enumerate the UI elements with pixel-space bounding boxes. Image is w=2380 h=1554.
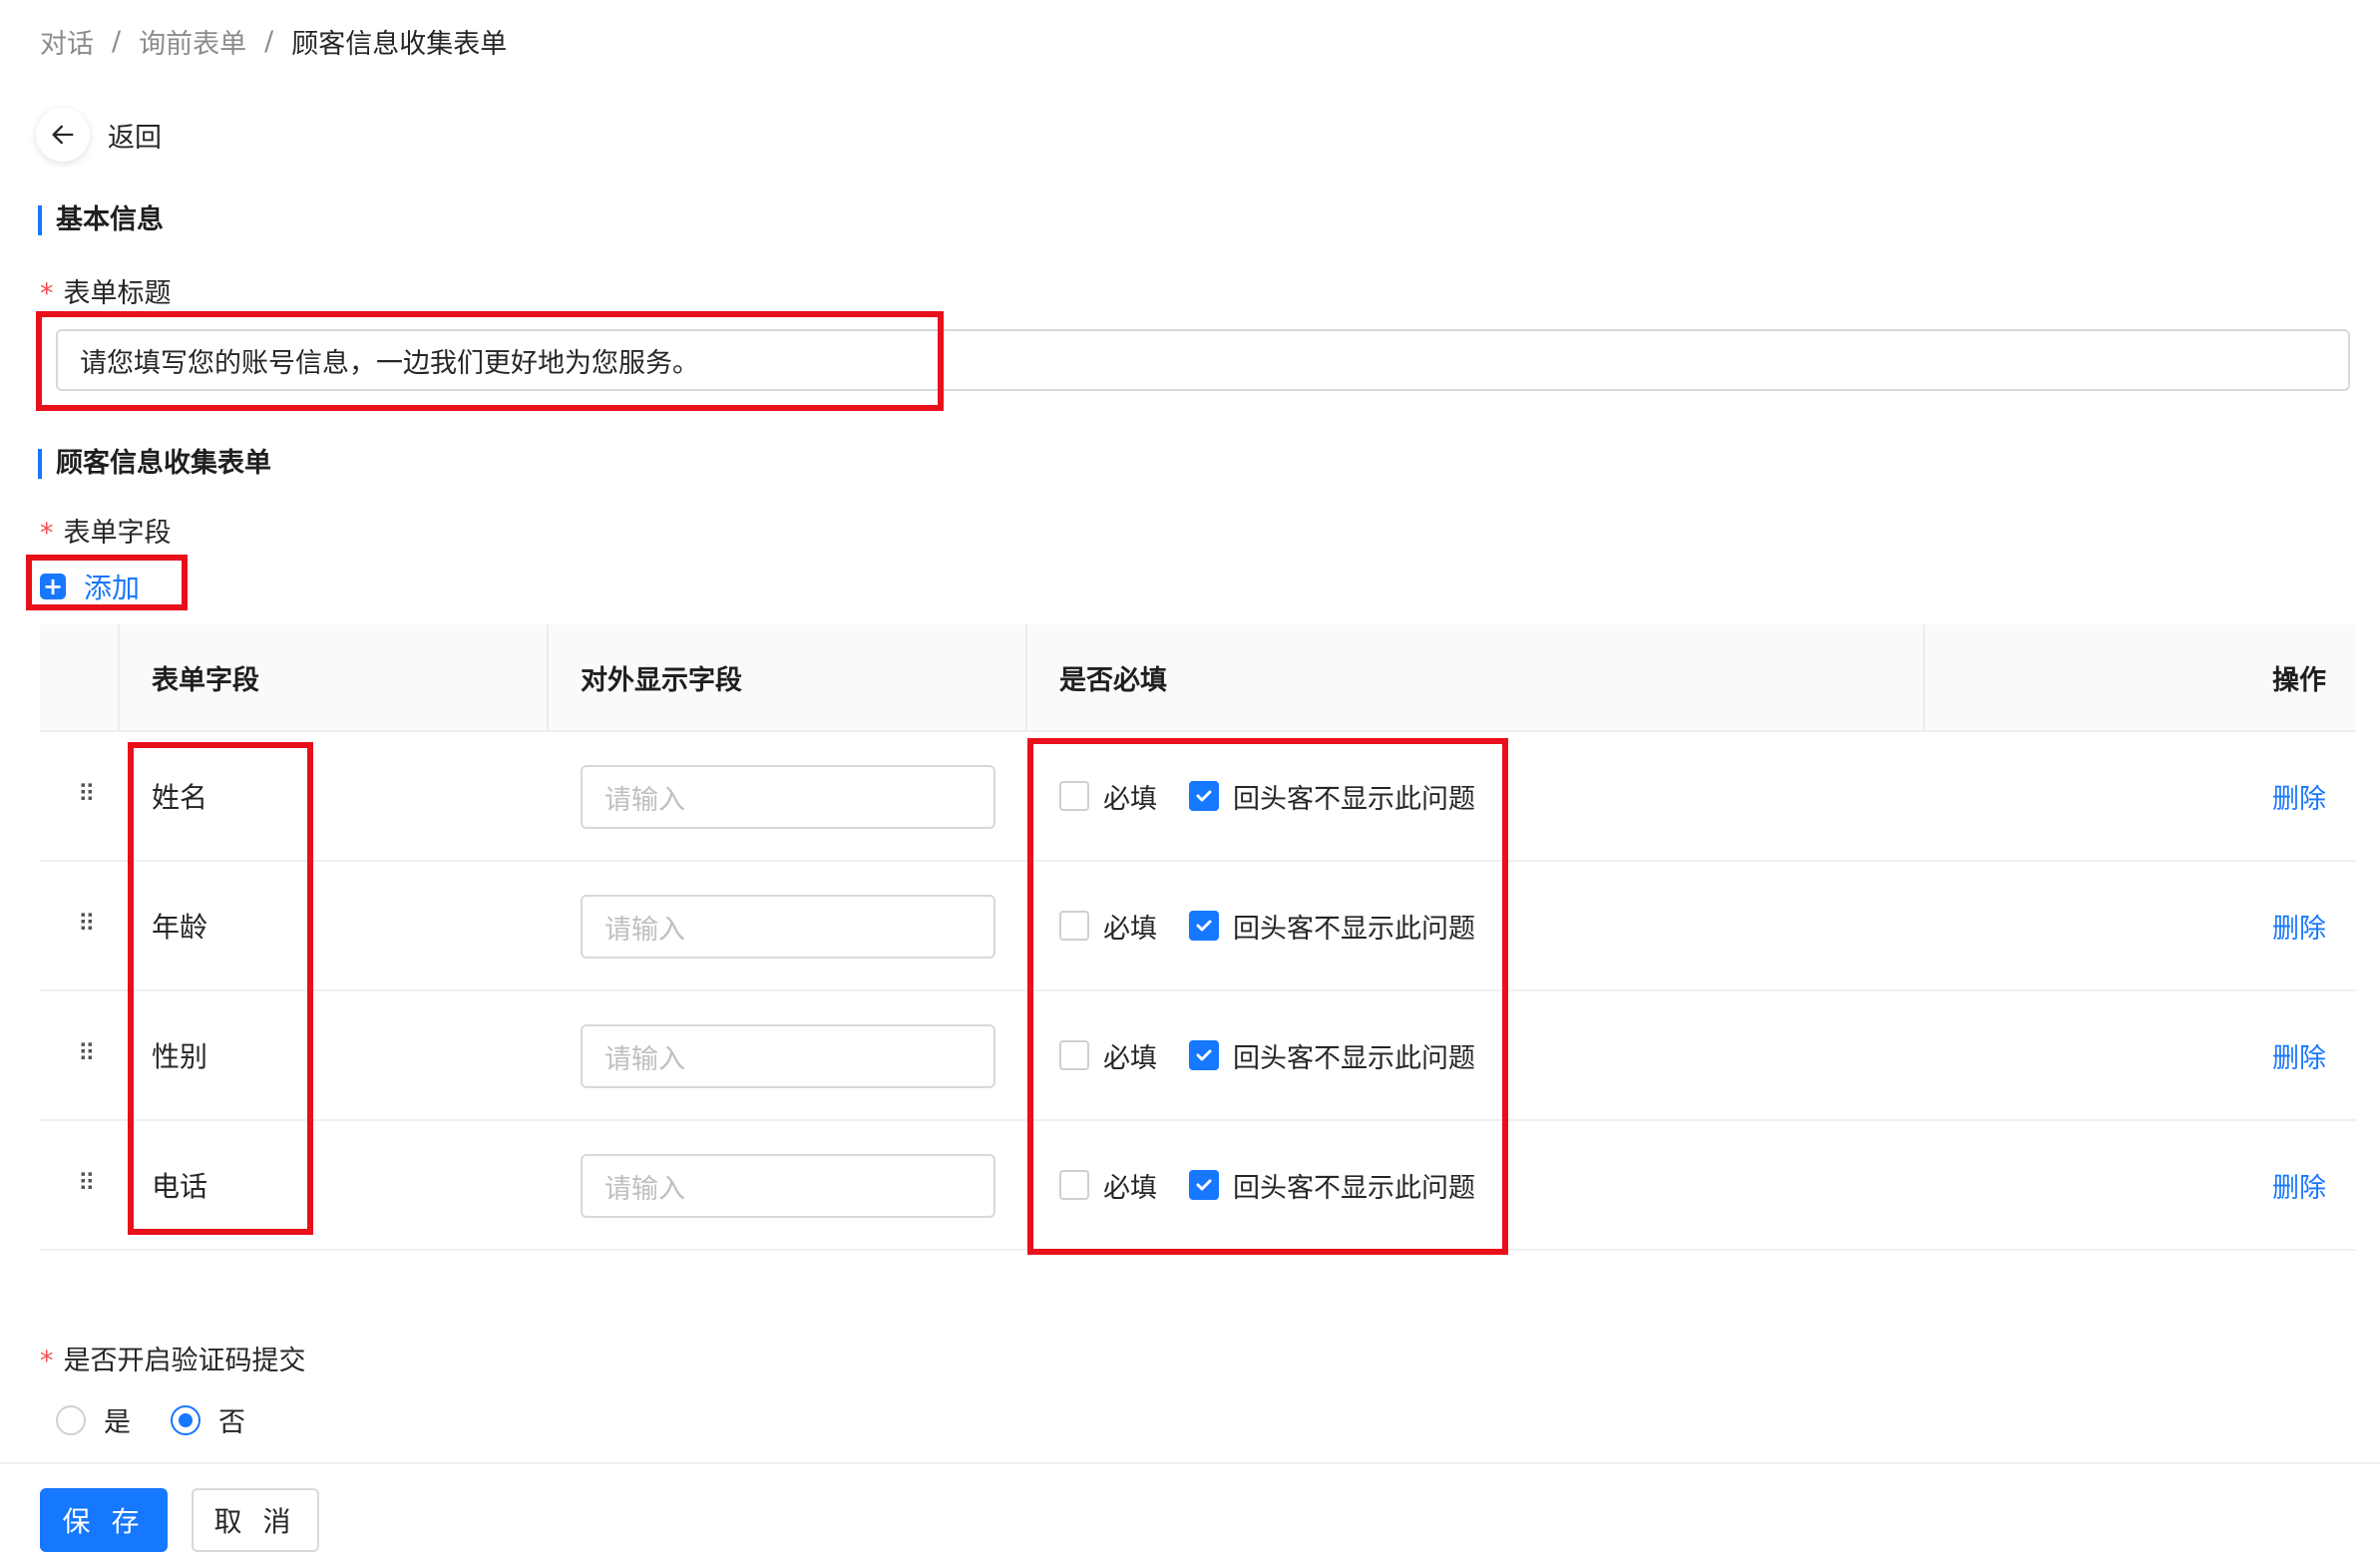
form-title-input[interactable]: 请您填写您的账号信息，一边我们更好地为您服务。 xyxy=(56,329,2350,391)
captcha-radio-yes-label[interactable]: 是 xyxy=(104,1400,131,1439)
required-checkbox[interactable] xyxy=(1059,1040,1089,1070)
required-checkbox-label[interactable]: 必填 xyxy=(1103,1036,1157,1075)
plus-icon[interactable]: + xyxy=(40,574,66,599)
delete-button[interactable]: 删除 xyxy=(2272,1121,2326,1249)
required-checkbox[interactable] xyxy=(1059,1170,1089,1200)
captcha-radio-no-label[interactable]: 否 xyxy=(218,1400,245,1439)
delete-button[interactable]: 删除 xyxy=(2272,991,2326,1119)
add-label[interactable]: 添加 xyxy=(84,567,140,606)
footer-divider xyxy=(0,1462,2380,1464)
hide-for-returning-checkbox[interactable] xyxy=(1189,1040,1219,1070)
breadcrumb-item-pre-inquiry-form[interactable]: 询前表单 xyxy=(139,22,246,61)
column-divider xyxy=(1025,624,1027,730)
table-row: ⠿ 性别 必填 回头客不显示此问题 删除 xyxy=(40,991,2356,1121)
form-fields-table: 表单字段 对外显示字段 是否必填 操作 ⠿ 姓名 必填 回头客不显示此问题 删除… xyxy=(40,624,2356,1251)
save-button[interactable]: 保 存 xyxy=(40,1488,168,1552)
table-header: 表单字段 对外显示字段 是否必填 操作 xyxy=(40,624,2356,732)
breadcrumb-separator: / xyxy=(264,26,274,57)
back-arrow-icon[interactable] xyxy=(36,108,90,162)
breadcrumb-item-current: 顾客信息收集表单 xyxy=(291,29,508,60)
field-name: 性别 xyxy=(152,1040,208,1073)
table-row: ⠿ 电话 必填 回头客不显示此问题 删除 xyxy=(40,1121,2356,1251)
required-checkbox[interactable] xyxy=(1059,781,1089,811)
required-checkbox-label[interactable]: 必填 xyxy=(1103,1166,1157,1205)
drag-handle-icon[interactable]: ⠿ xyxy=(78,912,96,936)
section-title-customer-form: 顾客信息收集表单 xyxy=(38,449,271,479)
required-asterisk: * xyxy=(40,518,54,549)
back-button[interactable]: 返回 xyxy=(36,108,162,162)
required-checkbox-label[interactable]: 必填 xyxy=(1103,777,1157,816)
required-checkbox[interactable] xyxy=(1059,911,1089,941)
hide-for-returning-label[interactable]: 回头客不显示此问题 xyxy=(1233,777,1475,816)
drag-handle-icon[interactable]: ⠿ xyxy=(78,1171,96,1195)
required-options: 必填 回头客不显示此问题 xyxy=(1059,1121,1507,1249)
field-name: 年龄 xyxy=(152,911,208,944)
table-row: ⠿ 年龄 必填 回头客不显示此问题 删除 xyxy=(40,862,2356,991)
required-options: 必填 回头客不显示此问题 xyxy=(1059,732,1507,860)
header-action: 操作 xyxy=(2272,664,2326,696)
display-field-input[interactable] xyxy=(581,895,995,959)
form-title-label: * 表单标题 xyxy=(40,271,172,310)
breadcrumb-separator: / xyxy=(112,26,122,57)
breadcrumb-item-chat[interactable]: 对话 xyxy=(40,22,94,61)
delete-button[interactable]: 删除 xyxy=(2272,862,2326,989)
captcha-radio-group: 是 否 xyxy=(56,1400,285,1439)
field-name: 电话 xyxy=(152,1170,208,1203)
display-field-input[interactable] xyxy=(581,1154,995,1218)
hide-for-returning-checkbox[interactable] xyxy=(1189,1170,1219,1200)
required-asterisk: * xyxy=(40,1346,54,1376)
header-display-field: 对外显示字段 xyxy=(581,664,742,696)
display-field-input[interactable] xyxy=(581,1024,995,1088)
header-required: 是否必填 xyxy=(1059,664,1167,696)
hide-for-returning-label[interactable]: 回头客不显示此问题 xyxy=(1233,1036,1475,1075)
breadcrumb: 对话 / 询前表单 / 顾客信息收集表单 xyxy=(40,22,507,61)
required-options: 必填 回头客不显示此问题 xyxy=(1059,862,1507,989)
required-asterisk: * xyxy=(40,278,54,309)
captcha-label: * 是否开启验证码提交 xyxy=(40,1339,306,1377)
hide-for-returning-label[interactable]: 回头客不显示此问题 xyxy=(1233,907,1475,946)
required-checkbox-label[interactable]: 必填 xyxy=(1103,907,1157,946)
field-name: 姓名 xyxy=(152,781,208,814)
hide-for-returning-checkbox[interactable] xyxy=(1189,911,1219,941)
captcha-radio-no[interactable] xyxy=(171,1404,200,1435)
form-title-value: 请您填写您的账号信息，一边我们更好地为您服务。 xyxy=(80,347,699,379)
check-icon xyxy=(1196,1049,1212,1061)
column-divider xyxy=(547,624,549,730)
delete-button[interactable]: 删除 xyxy=(2272,732,2326,860)
table-row: ⠿ 姓名 必填 回头客不显示此问题 删除 xyxy=(40,732,2356,862)
column-divider xyxy=(118,624,120,730)
drag-handle-icon[interactable]: ⠿ xyxy=(78,782,96,806)
drag-handle-icon[interactable]: ⠿ xyxy=(78,1041,96,1065)
required-options: 必填 回头客不显示此问题 xyxy=(1059,991,1507,1119)
form-fields-label-text: 表单字段 xyxy=(63,518,172,549)
check-icon xyxy=(1196,920,1212,932)
hide-for-returning-label[interactable]: 回头客不显示此问题 xyxy=(1233,1166,1475,1205)
header-form-field: 表单字段 xyxy=(152,664,259,696)
check-icon xyxy=(1196,1179,1212,1191)
form-title-label-text: 表单标题 xyxy=(63,278,172,309)
form-fields-label: * 表单字段 xyxy=(40,511,172,550)
section-title-basic-info: 基本信息 xyxy=(38,205,164,235)
captcha-radio-yes[interactable] xyxy=(56,1404,86,1435)
column-divider xyxy=(1923,624,1925,730)
back-label[interactable]: 返回 xyxy=(108,116,162,155)
display-field-input[interactable] xyxy=(581,765,995,829)
check-icon xyxy=(1196,790,1212,802)
captcha-label-text: 是否开启验证码提交 xyxy=(63,1346,306,1376)
add-field-button[interactable]: + 添加 xyxy=(40,567,140,606)
hide-for-returning-checkbox[interactable] xyxy=(1189,781,1219,811)
cancel-button[interactable]: 取 消 xyxy=(192,1488,319,1552)
